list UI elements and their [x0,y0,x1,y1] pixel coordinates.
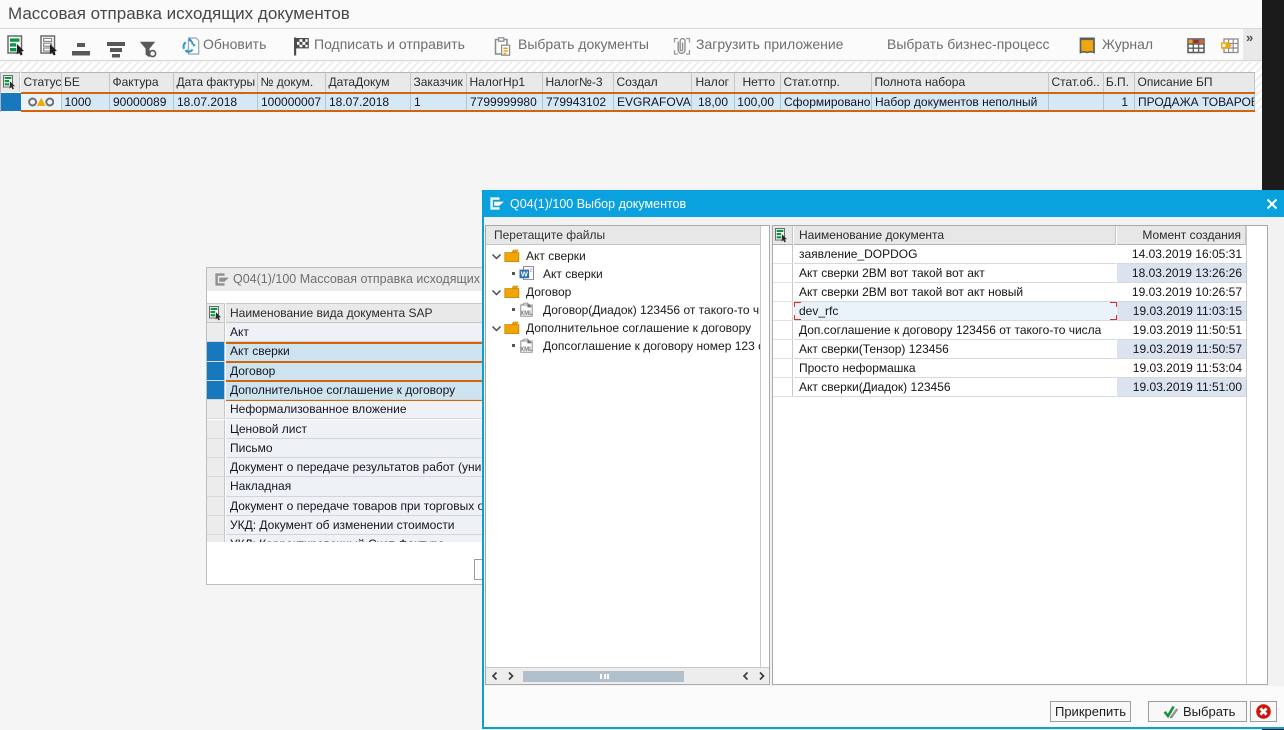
svg-text:XML: XML [520,311,533,317]
svg-text:W: W [521,270,529,279]
svg-text:XML: XML [520,347,533,353]
